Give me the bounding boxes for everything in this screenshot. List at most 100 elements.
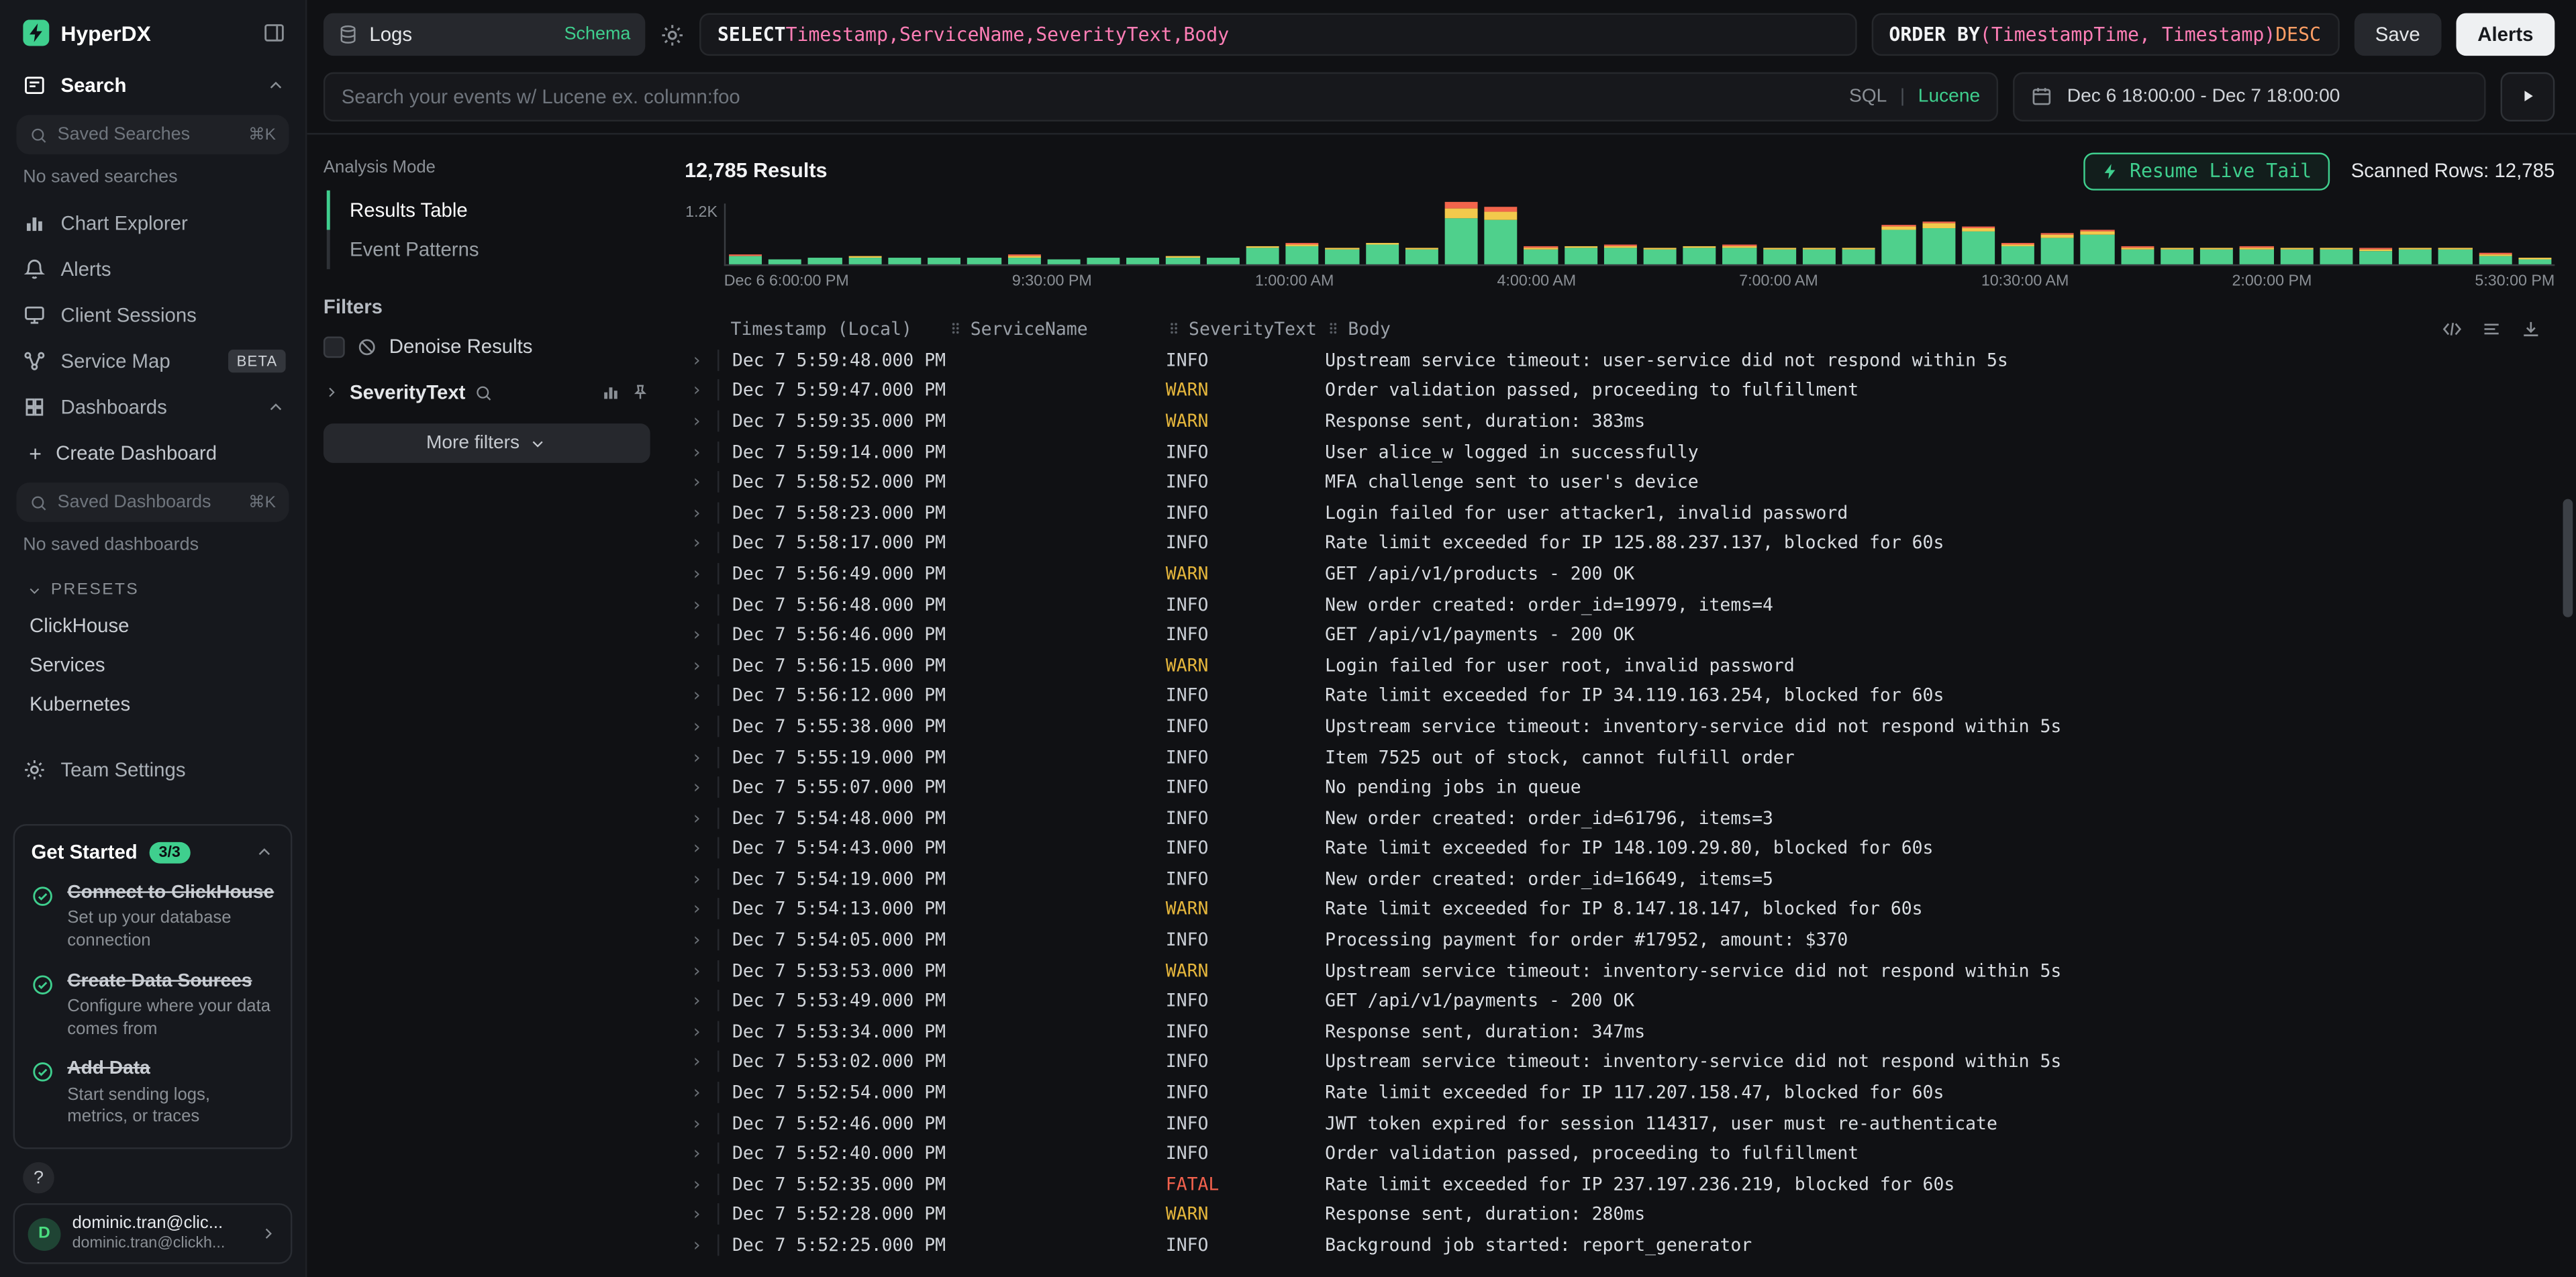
denoise-checkbox[interactable] [324, 336, 345, 357]
chart-bar[interactable] [2320, 248, 2352, 264]
row-expander[interactable]: › [685, 563, 717, 584]
row-expander[interactable]: › [685, 654, 717, 676]
save-button[interactable]: Save [2354, 13, 2442, 56]
chart-bar[interactable] [1445, 202, 1478, 264]
chart-bar[interactable] [2359, 248, 2392, 264]
facet-search-icon[interactable] [475, 383, 493, 401]
column-grip-icon[interactable] [1325, 319, 1341, 338]
chart-bar[interactable] [1683, 246, 1716, 264]
facet-pin-icon[interactable] [630, 382, 650, 402]
table-row[interactable]: ›Dec 7 5:56:12.000 PMINFORate limit exce… [685, 680, 2555, 711]
chart-bar[interactable] [1246, 246, 1279, 264]
chart-bar[interactable] [2200, 248, 2233, 264]
preset-services[interactable]: Services [0, 645, 305, 684]
table-row[interactable]: ›Dec 7 5:58:17.000 PMINFORate limit exce… [685, 528, 2555, 558]
table-row[interactable]: ›Dec 7 5:54:05.000 PMINFOProcessing paym… [685, 925, 2555, 955]
collapse-sidebar-icon[interactable] [262, 21, 285, 44]
chart-bar[interactable] [809, 258, 842, 264]
table-row[interactable]: ›Dec 7 5:52:54.000 PMINFORate limit exce… [685, 1077, 2555, 1107]
row-expander[interactable]: › [685, 929, 717, 951]
row-expander[interactable]: › [685, 593, 717, 615]
row-expander[interactable]: › [685, 746, 717, 768]
table-row[interactable]: ›Dec 7 5:55:07.000 PMINFONo pending jobs… [685, 772, 2555, 802]
chart-bar[interactable] [1167, 256, 1199, 264]
sidebar-item-chart-explorer[interactable]: Chart Explorer [0, 200, 305, 246]
chart-bar[interactable] [1842, 247, 1875, 264]
row-expander[interactable]: › [685, 624, 717, 646]
row-expander[interactable]: › [685, 990, 717, 1012]
alerts-button[interactable]: Alerts [2456, 13, 2555, 56]
chart-bar[interactable] [968, 258, 1001, 264]
chart-bar[interactable] [848, 256, 881, 264]
chart-bar[interactable] [1524, 246, 1557, 264]
facet-severitytext[interactable]: SeverityText [324, 381, 650, 404]
table-row[interactable]: ›Dec 7 5:53:53.000 PMWARNUpstream servic… [685, 955, 2555, 985]
table-row[interactable]: ›Dec 7 5:55:19.000 PMINFOItem 7525 out o… [685, 742, 2555, 772]
chart-bar[interactable] [1603, 245, 1636, 264]
column-grip-icon[interactable] [947, 319, 963, 338]
table-row[interactable]: ›Dec 7 5:59:48.000 PMINFOUpstream servic… [685, 345, 2555, 375]
row-expander[interactable]: › [685, 837, 717, 859]
chart-bar[interactable] [1047, 259, 1080, 264]
chart-bar[interactable] [2280, 248, 2313, 264]
chart-bar[interactable] [1206, 257, 1239, 264]
row-expander[interactable]: › [685, 1143, 717, 1164]
select-clause-editor[interactable]: SELECT Timestamp,ServiceName,SeverityTex… [699, 13, 1856, 56]
row-expander[interactable]: › [685, 532, 717, 554]
sidebar-item-service-map[interactable]: Service Map BETA [0, 338, 305, 384]
row-expander[interactable]: › [685, 960, 717, 981]
chart-bar[interactable] [2518, 258, 2551, 264]
get-started-step[interactable]: Create Data Sources Configure where your… [31, 962, 274, 1050]
row-expander[interactable]: › [685, 776, 717, 798]
table-row[interactable]: ›Dec 7 5:59:47.000 PMWARNOrder validatio… [685, 375, 2555, 405]
table-row[interactable]: ›Dec 7 5:52:40.000 PMINFOOrder validatio… [685, 1138, 2555, 1168]
chart-bar[interactable] [1882, 225, 1915, 264]
table-row[interactable]: ›Dec 7 5:53:49.000 PMINFOGET /api/v1/pay… [685, 986, 2555, 1016]
chart-bar[interactable] [1485, 207, 1518, 264]
chevron-up-icon[interactable] [254, 842, 274, 862]
chart-bar[interactable] [928, 258, 960, 264]
row-expander[interactable]: › [685, 471, 717, 493]
table-row[interactable]: ›Dec 7 5:52:25.000 PMINFOBackground job … [685, 1230, 2555, 1260]
chart-bar[interactable] [2121, 246, 2154, 264]
sidebar-item-dashboards[interactable]: Dashboards [0, 384, 305, 429]
sidebar-item-alerts[interactable]: Alerts [0, 246, 305, 292]
table-row[interactable]: ›Dec 7 5:56:48.000 PMINFONew order creat… [685, 589, 2555, 619]
table-row[interactable]: ›Dec 7 5:53:34.000 PMINFOResponse sent, … [685, 1016, 2555, 1046]
code-view-icon[interactable] [2441, 317, 2463, 339]
source-selector[interactable]: Logs Schema [324, 13, 645, 56]
chart-bar[interactable] [888, 258, 921, 264]
user-menu[interactable]: D dominic.tran@clic... dominic.tran@clic… [13, 1203, 293, 1264]
row-expander[interactable]: › [685, 1052, 717, 1073]
row-expander[interactable]: › [685, 685, 717, 707]
chart-bar[interactable] [1127, 258, 1160, 264]
chart-bar[interactable] [1763, 247, 1795, 264]
table-row[interactable]: ›Dec 7 5:56:46.000 PMINFOGET /api/v1/pay… [685, 619, 2555, 650]
chart-bar[interactable] [769, 258, 801, 264]
row-expander[interactable]: › [685, 380, 717, 401]
row-expander[interactable]: › [685, 1174, 717, 1195]
row-expander[interactable]: › [685, 1021, 717, 1042]
saved-dashboards-input[interactable] [58, 493, 239, 512]
help-button[interactable]: ? [23, 1162, 54, 1193]
chart-bar[interactable] [1723, 245, 1756, 264]
table-row[interactable]: ›Dec 7 5:52:46.000 PMINFOJWT token expir… [685, 1108, 2555, 1138]
col-severitytext[interactable]: SeverityText [1166, 317, 1325, 339]
mode-sql-toggle[interactable]: SQL [1849, 86, 1887, 105]
row-expander[interactable]: › [685, 807, 717, 829]
download-icon[interactable] [2520, 317, 2542, 339]
row-expander[interactable]: › [685, 868, 717, 890]
row-expander[interactable]: › [685, 411, 717, 432]
table-row[interactable]: ›Dec 7 5:58:23.000 PMINFOLogin failed fo… [685, 497, 2555, 527]
table-row[interactable]: ›Dec 7 5:58:52.000 PMINFOMFA challenge s… [685, 467, 2555, 497]
run-query-button[interactable] [2501, 71, 2555, 120]
sidebar-item-team-settings[interactable]: Team Settings [0, 747, 305, 793]
row-expander[interactable]: › [685, 1082, 717, 1103]
table-row[interactable]: ›Dec 7 5:59:35.000 PMWARNResponse sent, … [685, 406, 2555, 436]
event-search-input[interactable] [342, 85, 1836, 107]
table-row[interactable]: ›Dec 7 5:54:19.000 PMINFONew order creat… [685, 864, 2555, 894]
mode-lucene-toggle[interactable]: Lucene [1918, 86, 1980, 105]
chart-bar[interactable] [1405, 248, 1438, 264]
table-row[interactable]: ›Dec 7 5:54:48.000 PMINFONew order creat… [685, 803, 2555, 833]
chart-bar[interactable] [2001, 243, 2034, 264]
